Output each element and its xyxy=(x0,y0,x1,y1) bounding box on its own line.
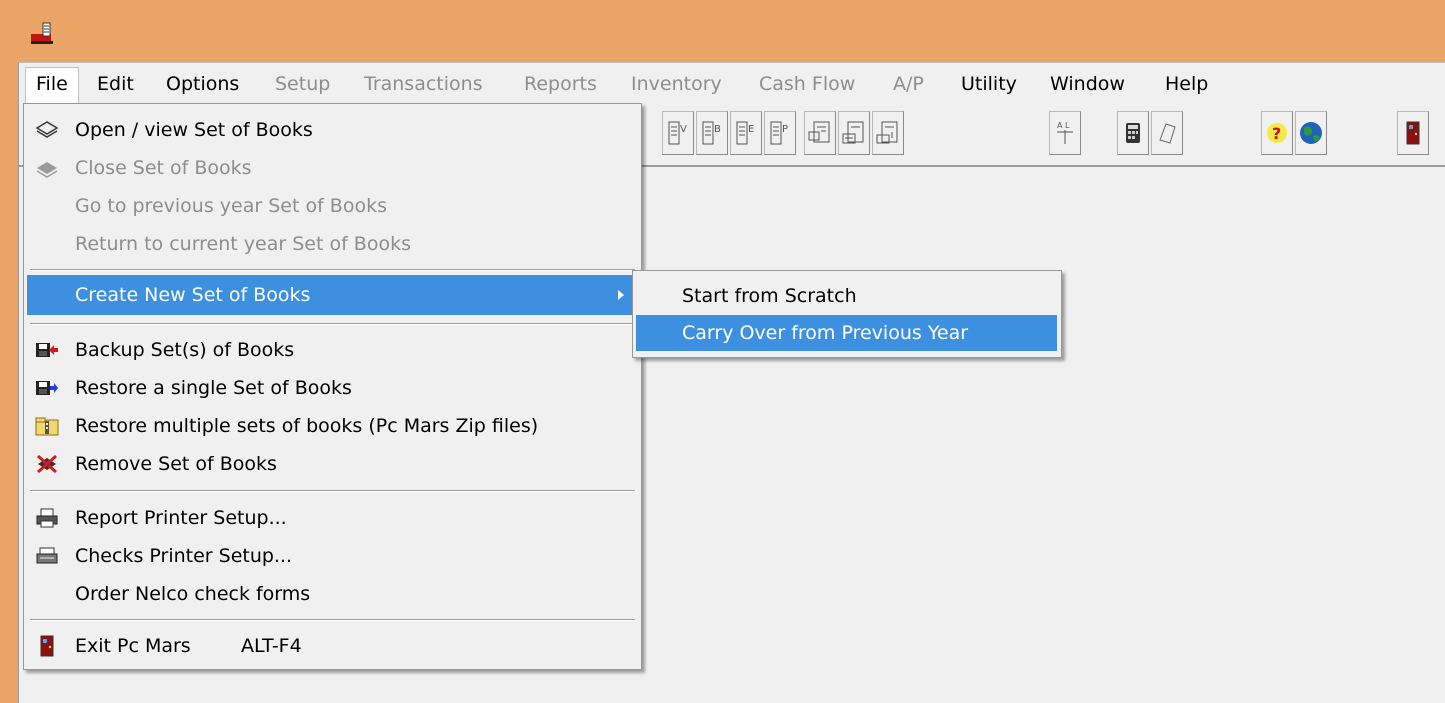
create-new-submenu: Start from Scratch Carry Over from Previ… xyxy=(632,270,1062,358)
closed-book-icon xyxy=(36,162,58,178)
carry-over-previous-year-label: Carry Over from Previous Year xyxy=(682,322,969,344)
checks-printer-setup-item[interactable]: Checks Printer Setup... xyxy=(27,538,638,574)
order-check-forms-item[interactable]: Order Nelco check forms xyxy=(27,576,638,612)
checks-printer-setup-label: Checks Printer Setup... xyxy=(75,545,293,567)
open-set-of-books-label: Open / view Set of Books xyxy=(75,119,313,141)
exit-door-icon[interactable] xyxy=(1397,111,1429,155)
menu-ap[interactable]: A/P xyxy=(883,68,934,100)
remove-books-item[interactable]: Remove Set of Books xyxy=(27,446,638,482)
close-set-of-books-label: Close Set of Books xyxy=(75,157,252,179)
report-print-icon[interactable] xyxy=(838,111,870,155)
notepad-icon[interactable] xyxy=(1151,111,1183,155)
zip-folder-icon xyxy=(35,417,59,436)
globe-icon[interactable] xyxy=(1295,111,1327,155)
open-book-icon xyxy=(35,121,59,138)
menu-separator xyxy=(30,490,635,492)
start-from-scratch-label: Start from Scratch xyxy=(682,285,857,307)
current-year-books-item[interactable]: Return to current year Set of Books xyxy=(27,226,638,262)
pc-mars-app-icon[interactable] xyxy=(28,20,56,48)
restore-multiple-label: Restore multiple sets of books (Pc Mars … xyxy=(75,415,539,437)
journal-e-icon[interactable]: E xyxy=(730,111,762,155)
report-export-icon[interactable] xyxy=(872,111,904,155)
exit-door-icon xyxy=(40,635,54,657)
remove-books-label: Remove Set of Books xyxy=(75,453,277,475)
account-ledger-icon[interactable]: A L xyxy=(1049,111,1081,155)
svg-text:P: P xyxy=(782,124,788,135)
menu-reports[interactable]: Reports xyxy=(514,68,607,100)
create-new-set-of-books-label: Create New Set of Books xyxy=(75,284,311,306)
menu-inventory[interactable]: Inventory xyxy=(621,68,732,100)
menu-utility[interactable]: Utility xyxy=(951,68,1027,100)
svg-text:A L: A L xyxy=(1057,121,1070,130)
menu-separator xyxy=(30,323,635,325)
check-printer-icon xyxy=(36,547,58,564)
menu-separator xyxy=(30,619,635,621)
backup-books-label: Backup Set(s) of Books xyxy=(75,339,295,361)
remove-books-icon xyxy=(37,454,57,474)
menu-cash-flow[interactable]: Cash Flow xyxy=(749,68,865,100)
start-from-scratch-item[interactable]: Start from Scratch xyxy=(636,278,1057,314)
menu-options[interactable]: Options xyxy=(156,68,249,100)
exit-pc-mars-label: Exit Pc Mars xyxy=(75,635,191,657)
close-set-of-books-item[interactable]: Close Set of Books xyxy=(27,150,638,186)
journal-b-icon[interactable]: B xyxy=(696,111,728,155)
report-printer-setup-item[interactable]: Report Printer Setup... xyxy=(27,500,638,536)
order-check-forms-label: Order Nelco check forms xyxy=(75,583,311,605)
backup-disk-icon xyxy=(36,343,58,357)
svg-text:V: V xyxy=(680,124,687,135)
exit-pc-mars-item[interactable]: Exit Pc Mars ALT-F4 xyxy=(27,628,638,664)
restore-disk-icon xyxy=(36,381,58,395)
create-new-set-of-books-item[interactable]: Create New Set of Books xyxy=(27,275,638,315)
journal-v-icon[interactable]: V xyxy=(662,111,694,155)
previous-year-books-item[interactable]: Go to previous year Set of Books xyxy=(27,188,638,224)
menu-bar: File Edit Options Setup Transactions Rep… xyxy=(19,63,1445,104)
restore-multiple-item[interactable]: Restore multiple sets of books (Pc Mars … xyxy=(27,408,638,444)
file-menu-dropdown: Open / view Set of Books Close Set of Bo… xyxy=(23,103,642,670)
current-year-books-label: Return to current year Set of Books xyxy=(75,233,411,255)
menu-window[interactable]: Window xyxy=(1040,68,1135,100)
open-set-of-books-item[interactable]: Open / view Set of Books xyxy=(27,112,638,148)
carry-over-previous-year-item[interactable]: Carry Over from Previous Year xyxy=(636,315,1057,351)
menu-setup[interactable]: Setup xyxy=(265,68,340,100)
report-icon[interactable] xyxy=(804,111,836,155)
help-icon[interactable]: ? xyxy=(1261,111,1293,155)
svg-text:?: ? xyxy=(1272,124,1281,143)
menu-help[interactable]: Help xyxy=(1155,68,1218,100)
report-printer-setup-label: Report Printer Setup... xyxy=(75,507,287,529)
title-bar xyxy=(0,0,1445,62)
menu-file[interactable]: File xyxy=(25,67,79,104)
journal-p-icon[interactable]: P xyxy=(764,111,796,155)
backup-books-item[interactable]: Backup Set(s) of Books xyxy=(27,332,638,368)
restore-single-label: Restore a single Set of Books xyxy=(75,377,352,399)
previous-year-books-label: Go to previous year Set of Books xyxy=(75,195,387,217)
menu-separator xyxy=(30,269,635,271)
exit-shortcut-label: ALT-F4 xyxy=(241,635,302,657)
svg-text:B: B xyxy=(714,124,721,135)
restore-single-item[interactable]: Restore a single Set of Books xyxy=(27,370,638,406)
submenu-arrow-icon xyxy=(618,290,624,300)
printer-icon xyxy=(36,508,58,528)
menu-edit[interactable]: Edit xyxy=(87,68,144,100)
svg-text:E: E xyxy=(748,124,754,135)
calculator-icon[interactable] xyxy=(1117,111,1149,155)
menu-transactions[interactable]: Transactions xyxy=(354,68,493,100)
